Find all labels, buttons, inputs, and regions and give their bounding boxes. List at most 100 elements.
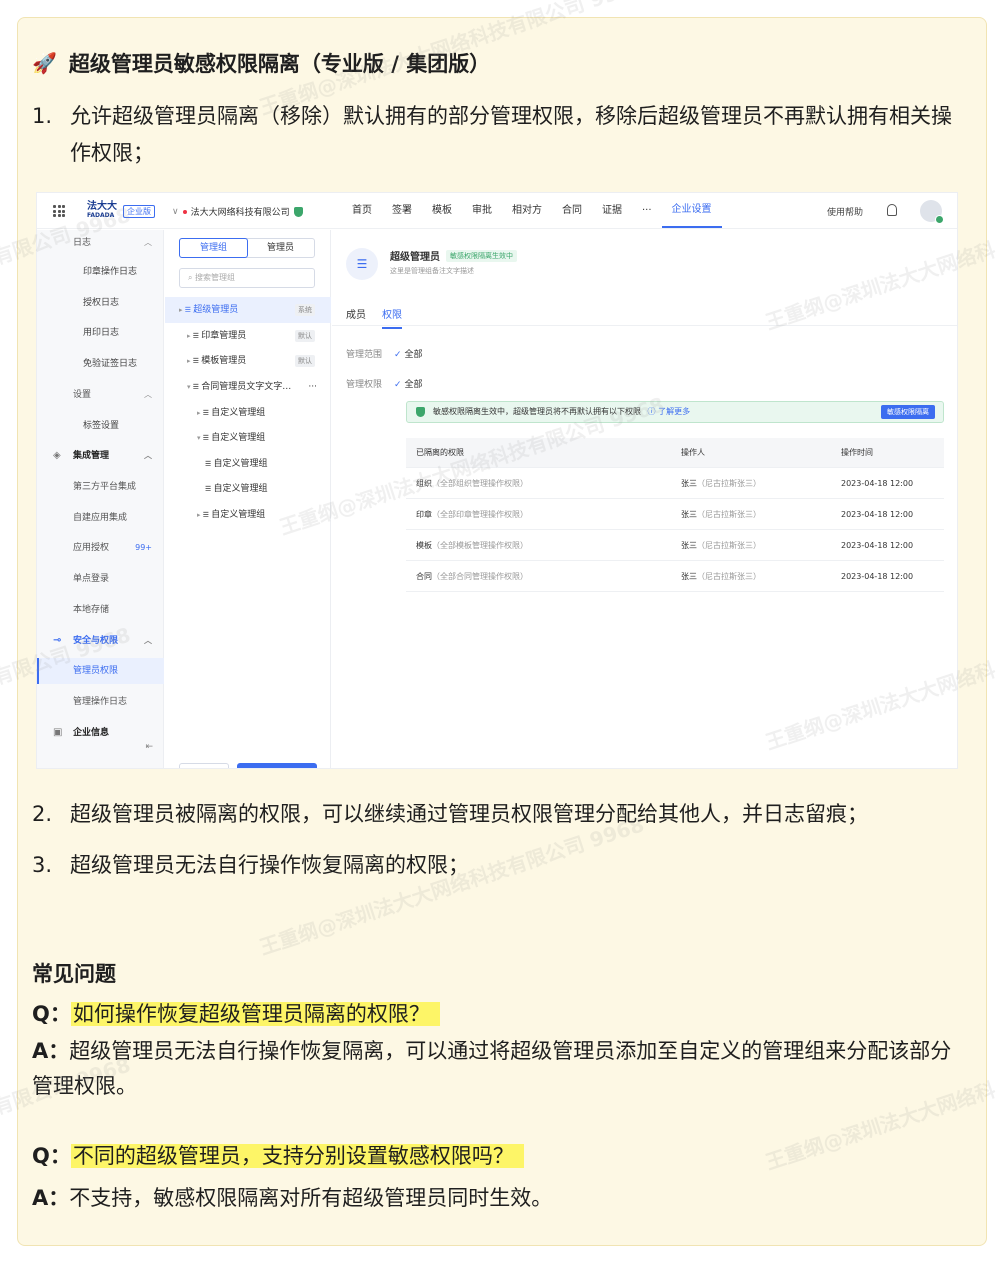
group-icon: ☰ — [192, 357, 202, 365]
layers-icon: ◈ — [53, 450, 61, 461]
bell-icon[interactable] — [887, 204, 897, 216]
check-icon: ✓ — [394, 380, 402, 390]
sidebar-item-free-sign-log[interactable]: 免验证签日志 — [37, 351, 164, 377]
group-icon: ☰ — [202, 409, 212, 417]
nav-more[interactable]: ··· — [632, 193, 662, 229]
collapse-icon[interactable]: ⇤ — [145, 742, 153, 752]
list-item: 3. 超级管理员无法自行操作恢复隔离的权限； — [32, 853, 469, 877]
app-logo[interactable]: 法大大 FADADA — [87, 202, 117, 220]
help-link[interactable]: 使用帮助 — [827, 205, 863, 218]
check-icon: ✓ — [394, 350, 402, 360]
sidebar-item-app-auth[interactable]: 应用授权 99+ — [37, 535, 164, 561]
nav-sign[interactable]: 签署 — [382, 193, 422, 229]
role-description: 这里是管理组备注文字描述 — [390, 267, 474, 275]
sidebar-item-admin-log[interactable]: 管理操作日志 — [37, 689, 164, 715]
app-topbar: 法大大 FADADA 企业版 ∨ 法大大网络科技有限公司 首页 签署 模板 审批 … — [37, 193, 957, 229]
tree-item-label: 自定义管理组 — [213, 484, 268, 494]
tree-item-template-admin[interactable]: ▸ ☰ 模板管理员 默认 — [165, 348, 331, 374]
section-title: 超级管理员敏感权限隔离（专业版 / 集团版） — [68, 52, 491, 76]
avatar[interactable] — [920, 200, 944, 224]
sidebar-item-use-seal-log[interactable]: 用印日志 — [37, 320, 164, 346]
sidebar-item-tag-settings[interactable]: 标签设置 — [37, 413, 164, 439]
info-card: 🚀 超级管理员敏感权限隔离（专业版 / 集团版） 1. 允许超级管理员隔离（移除… — [17, 17, 987, 1246]
sidebar-item-self-app[interactable]: 自建应用集成 — [37, 505, 164, 531]
tree-item-label: 自定义管理组 — [211, 433, 266, 443]
tree-item-super-admin[interactable]: ▸ ☰ 超级管理员 系统 — [165, 297, 331, 323]
group-tag: 默认 — [295, 330, 315, 342]
tree-item-custom-group[interactable]: ☰ 自定义管理组 — [165, 476, 331, 502]
sidebar-group-security[interactable]: ⊸ 安全与权限 ︿ — [37, 628, 164, 654]
key-icon: ⊸ — [53, 635, 62, 646]
building-icon: ▣ — [53, 727, 63, 738]
tree-item-contract-admin[interactable]: ▾ ☰ 合同管理员文字文字… ··· — [165, 374, 331, 400]
nav-home[interactable]: 首页 — [342, 193, 382, 229]
group-icon: ☰ — [192, 332, 202, 340]
nav-template[interactable]: 模板 — [422, 193, 462, 229]
sidebar-item-third-party[interactable]: 第三方平台集成 — [37, 474, 164, 500]
tree-item-label: 模板管理员 — [201, 356, 247, 366]
table-row: 模板（全部模板管理操作权限） 张三（尼古拉斯张三） 2023-04-18 12:… — [406, 530, 944, 561]
group-icon: ☰ — [205, 485, 214, 493]
shield-icon — [293, 206, 303, 217]
add-group-button[interactable]: ＋ 添加管理组 — [237, 763, 317, 768]
app-screenshot: 法大大 FADADA 企业版 ∨ 法大大网络科技有限公司 首页 签署 模板 审批 … — [36, 192, 958, 769]
tree-item-label: 超级管理员 — [193, 305, 239, 315]
shield-icon — [416, 407, 425, 417]
chevron-up-icon: ︿ — [144, 238, 152, 247]
tree-item-label: 印章管理员 — [201, 331, 247, 341]
list-item: 1. 允许超级管理员隔离（移除）默认拥有的部分管理权限，移除后超级管理员不再默认… — [32, 104, 952, 165]
status-dot — [182, 209, 187, 214]
apps-grid-icon[interactable] — [53, 205, 65, 217]
isolated-perm-table: 已隔离的权限 操作人 操作时间 组织（全部组织管理操作权限） 张三（尼古拉斯张三… — [406, 438, 944, 592]
sidebar-item-admin-perm[interactable]: 管理员权限 — [37, 658, 164, 684]
tree-item-custom-group[interactable]: ▸ ☰ 自定义管理组 — [165, 502, 331, 528]
sidebar-item-sso[interactable]: 单点登录 — [37, 566, 164, 592]
group-tag: 系统 — [295, 304, 315, 316]
export-button[interactable]: ⇱ 导出 — [179, 763, 229, 768]
scope-row: 管理范围 ✓ 全部 — [346, 350, 423, 360]
perm-row: 管理权限 ✓ 全部 — [346, 380, 423, 390]
table-row: 印章（全部印章管理操作权限） 张三（尼古拉斯张三） 2023-04-18 12:… — [406, 499, 944, 530]
sidebar-item-local-storage[interactable]: 本地存储 — [37, 597, 164, 623]
company-switcher[interactable]: ∨ 法大大网络科技有限公司 — [172, 205, 303, 218]
sidebar-group-settings[interactable]: 设置 ︿ — [37, 382, 164, 408]
sidebar-group-log[interactable]: 日志 ︿ — [37, 230, 164, 256]
sidebar-group-integration[interactable]: ◈ 集成管理 ︿ — [37, 443, 164, 469]
tab-groups[interactable]: 管理组 — [179, 238, 248, 258]
group-admin-toggle: 管理组 管理员 — [179, 238, 315, 258]
group-icon: ☰ — [202, 511, 212, 519]
isolation-button[interactable]: 敏感权限隔离 — [881, 405, 935, 419]
faq-answer: A：不支持，敏感权限隔离对所有超级管理员同时生效。 — [32, 1186, 553, 1210]
tree-item-custom-group[interactable]: ☰ 自定义管理组 — [165, 451, 331, 477]
nav-counterparty[interactable]: 相对方 — [502, 193, 552, 229]
tree-item-seal-admin[interactable]: ▸ ☰ 印章管理员 默认 — [165, 323, 331, 349]
nav-evidence[interactable]: 证据 — [592, 193, 632, 229]
sidebar-item-auth-log[interactable]: 授权日志 — [37, 290, 164, 316]
section-heading: 🚀 超级管理员敏感权限隔离（专业版 / 集团版） — [32, 48, 490, 78]
nav-enterprise-settings[interactable]: 企业设置 — [661, 194, 722, 228]
tree-item-custom-group[interactable]: ▸ ☰ 自定义管理组 — [165, 400, 331, 426]
tree-item-label: 自定义管理组 — [213, 459, 268, 469]
chevron-up-icon: ︿ — [144, 451, 152, 460]
group-search-input[interactable]: ⌕ 搜索管理组 — [179, 268, 315, 288]
detail-panel: ☰ 超级管理员 敏感权限隔离生效中 这里是管理组备注文字描述 成员 权限 管理范… — [332, 230, 957, 768]
faq-answer: A：超级管理员无法自行操作恢复隔离，可以通过将超级管理员添加至自定义的管理组来分… — [32, 1039, 952, 1098]
list-item: 2. 超级管理员被隔离的权限，可以继续通过管理员权限管理分配给其他人，并日志留痕… — [32, 802, 868, 826]
status-badge: 敏感权限隔离生效中 — [446, 249, 517, 262]
tab-admins[interactable]: 管理员 — [247, 239, 314, 257]
verified-icon — [935, 215, 944, 224]
group-icon: ☰ — [184, 306, 194, 314]
faq-question: Q：如何操作恢复超级管理员隔离的权限？ — [32, 997, 962, 1032]
sidebar-item-seal-log[interactable]: 印章操作日志 — [37, 259, 164, 285]
count-badge: 99+ — [135, 543, 152, 552]
tree-item-custom-group[interactable]: ▾ ☰ 自定义管理组 — [165, 425, 331, 451]
more-icon[interactable]: ··· — [308, 374, 317, 400]
group-icon: ☰ — [205, 460, 214, 468]
nav-approval[interactable]: 审批 — [462, 193, 502, 229]
nav-contract[interactable]: 合同 — [552, 193, 592, 229]
table-header: 已隔离的权限 操作人 操作时间 — [406, 438, 944, 468]
sidebar: 日志 ︿ 印章操作日志 授权日志 用印日志 免验证签日志 设置 ︿ 标签设置 ◈ 集成… — [37, 230, 164, 768]
learn-more-link[interactable]: ⓘ 了解更多 — [648, 407, 691, 416]
top-nav: 首页 签署 模板 审批 相对方 合同 证据 ··· 企业设置 — [342, 193, 722, 229]
faq-title: 常见问题 — [32, 962, 116, 986]
